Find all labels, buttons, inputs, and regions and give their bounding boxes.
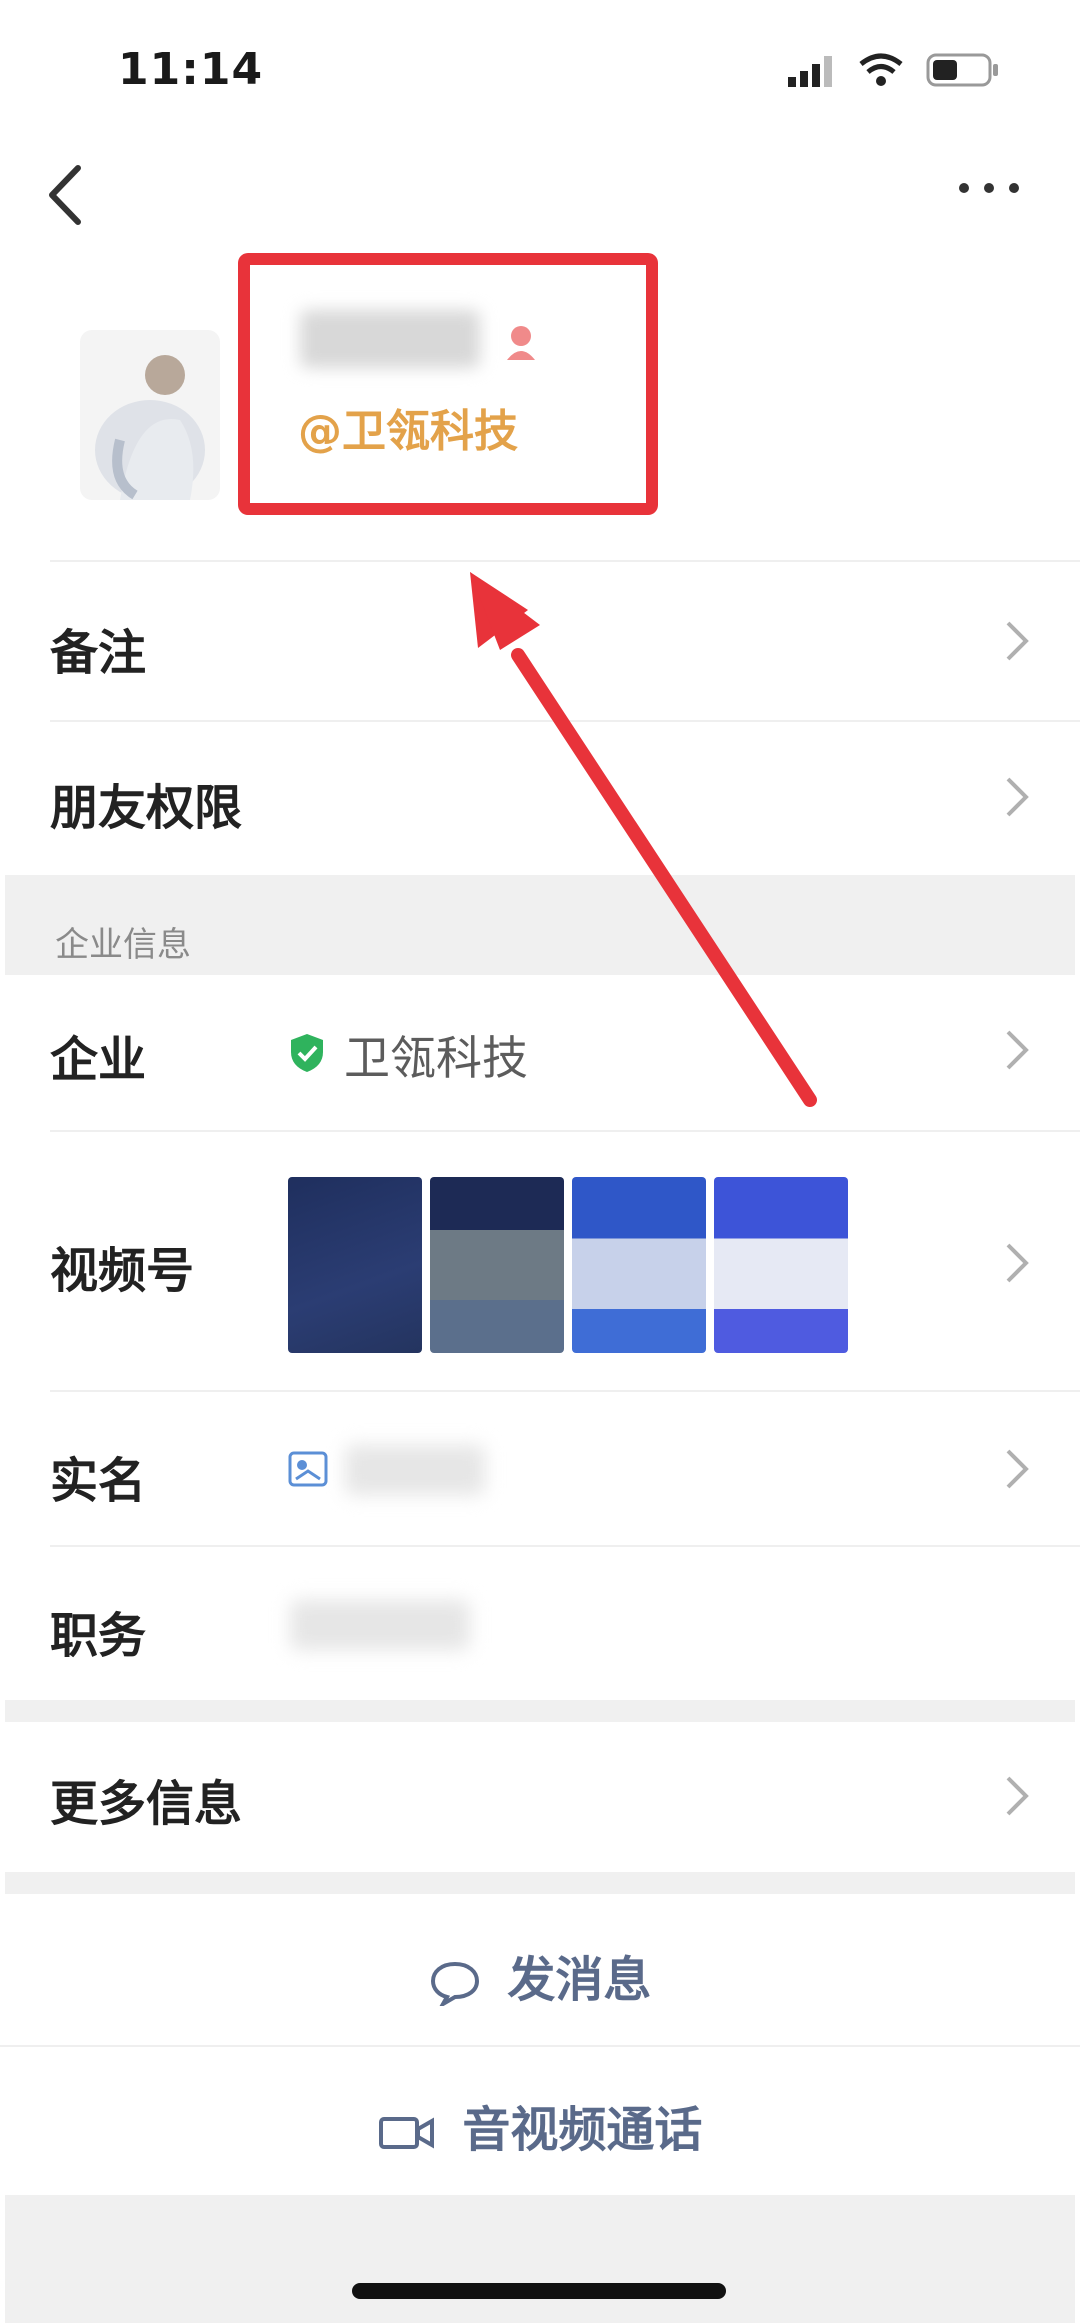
more-icon[interactable] [954, 168, 1024, 208]
battery-icon [926, 53, 998, 87]
row-label: 更多信息 [50, 1776, 243, 1832]
enterprise-name: 卫瓴科技 [344, 1031, 528, 1085]
video-thumbnail[interactable] [714, 1177, 848, 1353]
signal-icon [788, 56, 832, 87]
divider [50, 720, 1080, 722]
row-channels[interactable]: 视频号 [0, 1135, 1080, 1385]
row-label: 职务 [50, 1608, 147, 1664]
row-real-name[interactable]: 实名 [0, 1395, 1080, 1545]
divider [50, 1545, 1080, 1547]
row-friend-permission[interactable]: 朋友权限 [0, 725, 1080, 875]
avatar[interactable] [80, 330, 220, 500]
row-position: 职务 [0, 1550, 1080, 1700]
back-icon[interactable] [40, 160, 90, 230]
row-enterprise[interactable]: 企业 卫瓴科技 [0, 980, 1080, 1120]
av-call-label: 音视频通话 [462, 2102, 703, 2158]
send-message-button[interactable]: 发消息 [0, 1940, 1080, 2010]
chevron-right-icon [1006, 777, 1029, 817]
section-title: 企业信息 [55, 925, 191, 965]
real-name-value [345, 1445, 485, 1495]
send-message-label: 发消息 [507, 1952, 652, 2008]
chevron-right-icon [1006, 1449, 1029, 1489]
row-remark[interactable]: 备注 [0, 565, 1080, 715]
row-label: 备注 [50, 625, 147, 681]
chevron-right-icon [1006, 1030, 1029, 1070]
row-more-info[interactable]: 更多信息 [0, 1722, 1080, 1872]
section-header: 企业信息 [5, 875, 1075, 975]
row-label: 朋友权限 [50, 780, 243, 836]
video-thumbnail[interactable] [288, 1177, 422, 1353]
divider [50, 1130, 1080, 1132]
section-gap [5, 1872, 1075, 1894]
status-time: 11:14 [118, 44, 264, 95]
divider [50, 560, 1080, 562]
divider [50, 1390, 1080, 1392]
realname-card-icon [288, 1451, 328, 1487]
chevron-right-icon [1006, 621, 1029, 661]
av-call-button[interactable]: 音视频通话 [0, 2090, 1080, 2160]
row-label: 视频号 [50, 1243, 195, 1299]
chevron-right-icon [1006, 1776, 1029, 1816]
row-label: 实名 [50, 1453, 147, 1509]
video-camera-icon [378, 2117, 434, 2149]
verified-shield-icon [291, 1034, 323, 1072]
chevron-right-icon [1006, 1243, 1029, 1283]
row-label: 企业 [50, 1032, 147, 1088]
section-gap [5, 1700, 1075, 1722]
highlight-box [238, 253, 658, 515]
divider [0, 2045, 1080, 2047]
wifi-icon [859, 53, 903, 86]
position-value [290, 1600, 470, 1650]
chat-bubble-icon [430, 1961, 479, 2010]
home-indicator [352, 2283, 726, 2299]
video-thumbnail[interactable] [430, 1177, 564, 1353]
video-thumbnail[interactable] [572, 1177, 706, 1353]
bottom-area [5, 2195, 1075, 2323]
status-icons [786, 52, 1000, 88]
